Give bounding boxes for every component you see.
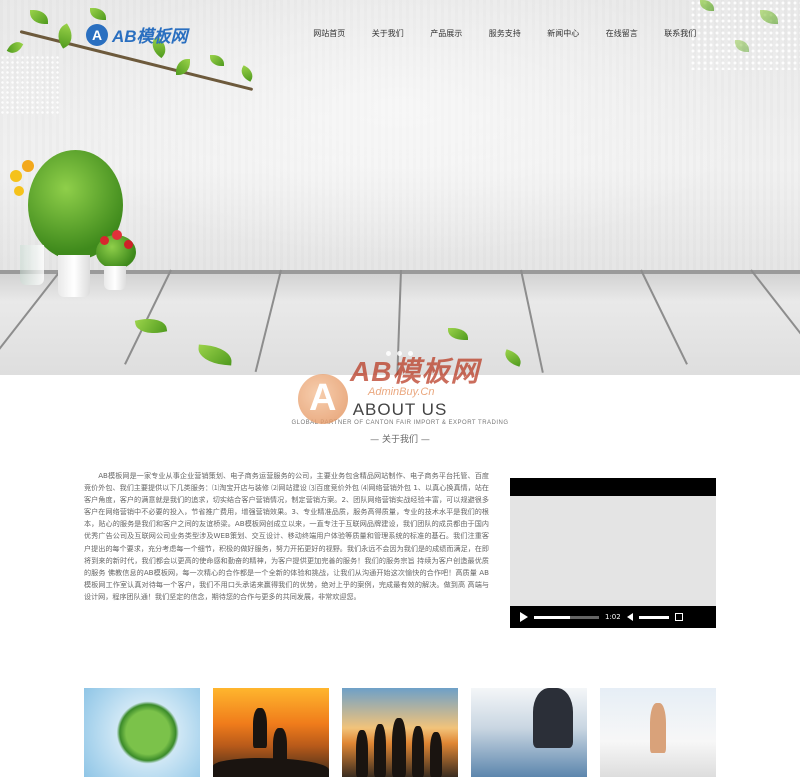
watermark-logo-icon [298,374,348,424]
video-player[interactable]: 1:02 [510,478,716,628]
logo-icon: A [86,23,108,46]
play-icon[interactable] [520,612,528,622]
hero-banner: A AB模板网 网站首页 关于我们 产品展示 服务支持 新闻中心 在线留言 联系… [0,0,800,375]
product-thumb-globe[interactable] [84,688,200,777]
logo-text: AB模板网 [112,27,188,46]
nav-item-contact[interactable]: 联系我们 [651,28,710,39]
nav-item-about[interactable]: 关于我们 [359,28,418,39]
fullscreen-icon[interactable] [674,613,683,621]
about-cn-title: — 关于我们 — [370,435,430,445]
product-thumb-team[interactable] [342,688,458,777]
video-progress-bar[interactable] [534,615,599,619]
product-thumb-business[interactable] [471,688,587,777]
watermark-text: AB模板网 [350,356,480,387]
main-nav: 网站首页 关于我们 产品展示 服务支持 新闻中心 在线留言 联系我们 [300,28,710,39]
nav-item-home[interactable]: 网站首页 [300,28,359,39]
nav-item-support[interactable]: 服务支持 [476,28,535,39]
volume-icon[interactable] [626,613,633,621]
nav-item-news[interactable]: 新闻中心 [534,28,593,39]
nav-item-products[interactable]: 产品展示 [417,28,476,39]
video-progress-fill [534,615,570,619]
video-screen[interactable] [510,496,716,606]
nav-item-message[interactable]: 在线留言 [593,28,652,39]
product-thumb-runner[interactable] [600,688,716,777]
video-controls: 1:02 [510,606,716,628]
site-logo[interactable]: A AB模板网 [86,22,188,47]
volume-slider[interactable] [638,615,669,619]
video-time: 1:02 [605,613,621,621]
product-thumbnails [84,688,716,777]
about-paragraph: AB模板网是一家专业从事企业营销策划、电子商务运营服务的公司，主要业务包含精品网… [84,471,489,601]
product-thumb-climbers[interactable] [213,688,329,777]
watermark: AB模板网 AdminBuy.Cn [298,352,508,424]
watermark-url: AdminBuy.Cn [368,386,435,398]
